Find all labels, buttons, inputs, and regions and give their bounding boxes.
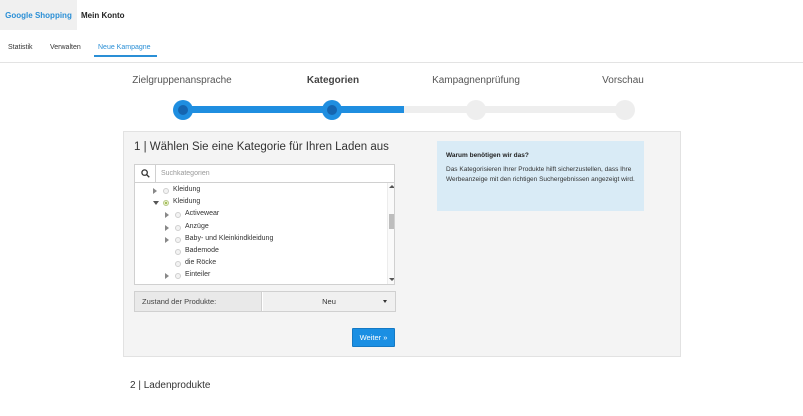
tree-item-radio[interactable] [175,261,181,268]
search-input[interactable] [157,165,393,182]
step-label-zielgruppenansprache: Zielgruppenansprache [132,75,232,86]
caret-right-icon[interactable] [153,188,157,194]
caret-right-icon[interactable] [165,236,169,243]
step-label-kategorien: Kategorien [306,75,360,86]
search-icon[interactable] [135,165,156,182]
tree-item-label: Activewear [185,210,220,218]
tree-item[interactable]: Bademode [135,246,385,258]
tree-item-label: Einteiler [185,271,211,279]
tree-item-label: Kleidung [173,186,201,193]
account-link[interactable]: Mein Konto [81,0,125,30]
step-dot-kategorien[interactable] [322,100,342,120]
tree-item-radio[interactable] [175,249,181,255]
step-label-kampagnenpruefung: Kampagnenprüfung [432,75,520,86]
scroll-down-arrow-icon[interactable] [389,278,394,281]
top-bar: Google Shopping Mein Konto [0,0,803,30]
chevron-down-icon [383,300,387,303]
tree-item-radio[interactable] [175,224,181,231]
tree-item[interactable]: Kleidung [135,197,385,209]
brand-tab-google-shopping[interactable]: Google Shopping [0,0,77,30]
section-ladenprodukte-title[interactable]: 2 | Ladenprodukte [130,380,210,391]
active-tab-indicator [94,55,157,57]
step-dot-kampagnenpruefung[interactable] [466,100,486,120]
tree-item-radio[interactable] [163,200,169,207]
tab-statistik[interactable]: Statistik [8,38,33,57]
tree-item-label: die Röcke [185,259,217,267]
scroll-thumb[interactable] [389,214,394,229]
tree-item[interactable]: Baby- und Kleinkindkleidung [135,234,385,246]
category-panel: 1 | Wählen Sie eine Kategorie für Ihren … [123,131,681,357]
tree-item-radio[interactable] [163,188,169,194]
product-condition: Zustand der Produkte: Neu [134,291,396,312]
stepper-progress-fill [182,106,404,113]
caret-right-icon[interactable] [165,212,169,219]
tree-item-label: Baby- und Kleinkindkleidung [185,234,274,242]
tree-item[interactable]: Activewear [135,209,385,221]
divider [0,62,803,63]
scroll-up-arrow-icon[interactable] [389,185,394,188]
info-text: Das Kategorisieren Ihrer Produkte hilft … [446,166,635,184]
condition-selected-value: Neu [322,297,336,306]
tree-item-label: Kleidung [173,198,201,206]
step-label-vorschau: Vorschau [602,75,644,86]
weiter-button[interactable]: Weiter » [352,328,395,347]
caret-right-icon[interactable] [165,273,169,280]
step-dot-zielgruppenansprache[interactable] [173,100,193,120]
tree-item[interactable]: Einteiler [135,270,385,282]
tree-scrollbar[interactable] [387,183,394,284]
tree-item[interactable]: Kleidung [135,185,385,197]
tree-item-radio[interactable] [175,236,181,243]
info-title: Warum benötigen wir das? [446,152,529,159]
tab-verwalten[interactable]: Verwalten [50,38,81,57]
info-box: Warum benötigen wir das? Das Kategorisie… [437,141,644,211]
category-tree: Kleidung Kleidung Activewear Anzüge Baby- un… [134,183,395,285]
tree-item-radio[interactable] [175,212,181,219]
condition-label: Zustand der Produkte: [135,292,262,311]
tree-item-label: Bademode [185,247,219,254]
condition-select[interactable]: Neu [263,292,395,311]
category-search [134,164,395,183]
panel-title: 1 | Wählen Sie eine Kategorie für Ihren … [134,141,389,153]
tree-item[interactable]: die Röcke [135,258,385,270]
tree-item-label: Anzüge [185,222,209,230]
caret-right-icon[interactable] [165,224,169,231]
tree-item-radio[interactable] [175,273,181,280]
caret-down-icon[interactable] [153,201,159,206]
step-dot-vorschau[interactable] [615,100,635,120]
tree-item[interactable]: Anzüge [135,222,385,234]
